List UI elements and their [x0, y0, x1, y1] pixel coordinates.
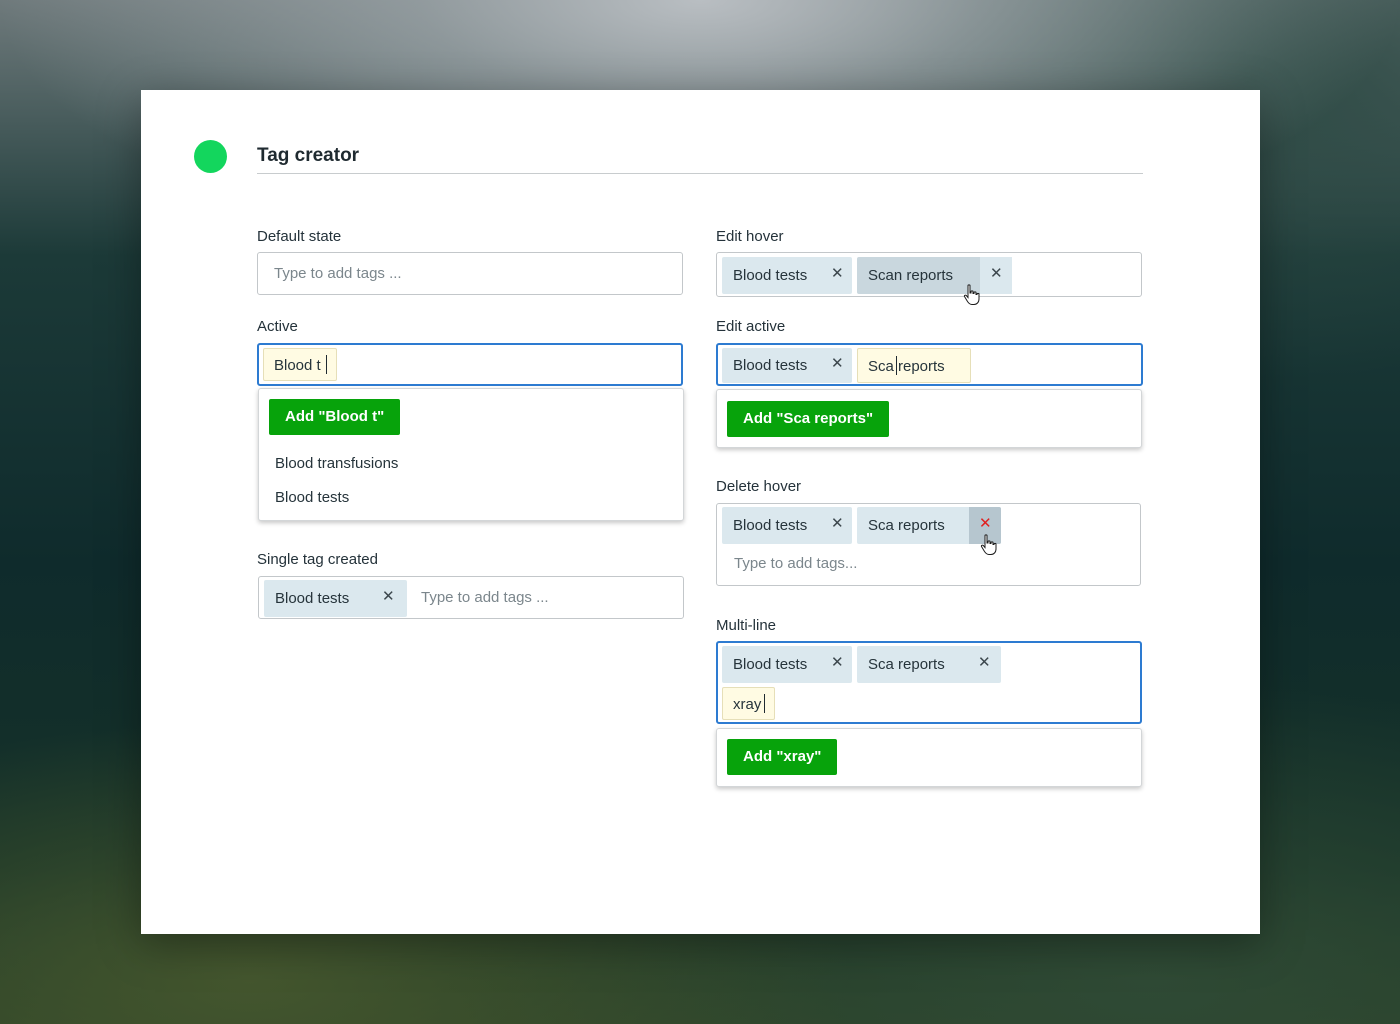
- add-tag-button[interactable]: Add "Sca reports": [727, 401, 890, 437]
- text-caret: [896, 356, 897, 375]
- edit-active-label: Edit active: [716, 318, 786, 335]
- delete-hover-tag-input[interactable]: Blood tests ✕ Sca reports ✕ Type to add …: [716, 503, 1141, 586]
- close-icon[interactable]: ✕: [831, 354, 844, 372]
- edit-active-tag-input[interactable]: Blood tests ✕ Sca reports: [716, 343, 1143, 386]
- status-dot: [194, 140, 227, 173]
- close-icon[interactable]: ✕: [978, 653, 991, 671]
- tag-input-placeholder: Type to add tags ...: [274, 265, 402, 282]
- tag-chip[interactable]: Blood tests ✕: [722, 646, 852, 683]
- tag-chip[interactable]: Blood tests ✕: [722, 348, 852, 383]
- active-label: Active: [257, 318, 298, 335]
- tag-chip-hovered[interactable]: Scan reports ✕: [857, 257, 1012, 294]
- typed-text: xray: [733, 696, 762, 713]
- tag-label: Blood tests: [733, 517, 808, 534]
- close-icon[interactable]: ✕: [990, 264, 1003, 282]
- edit-hover-tag-input[interactable]: Blood tests ✕ Scan reports ✕: [716, 252, 1142, 305]
- title-divider: [257, 173, 1143, 174]
- single-tag-label: Single tag created: [257, 551, 378, 568]
- editing-text-before-caret: Sca: [868, 358, 894, 375]
- typed-text-chip[interactable]: xray: [722, 687, 775, 720]
- multi-line-label: Multi-line: [716, 617, 777, 634]
- suggestion-option[interactable]: Blood tests: [275, 489, 349, 506]
- tag-label: Blood tests: [275, 590, 350, 607]
- add-tag-button[interactable]: Add "Blood t": [269, 399, 401, 435]
- suggestion-option[interactable]: Blood transfusions: [275, 455, 398, 472]
- single-tag-input[interactable]: Blood tests ✕ Type to add tags ...: [258, 576, 684, 619]
- close-icon[interactable]: ✕: [831, 653, 844, 671]
- tag-chip[interactable]: Sca reports ✕: [857, 646, 1001, 683]
- text-caret: [326, 355, 327, 374]
- close-icon[interactable]: ✕: [382, 587, 395, 605]
- tag-label: Blood tests: [733, 656, 808, 673]
- tag-chip[interactable]: Blood tests ✕: [722, 257, 852, 294]
- multi-line-dropdown: Add "xray": [716, 728, 1142, 787]
- edit-hover-label: Edit hover: [716, 228, 784, 245]
- multi-line-tag-input[interactable]: Blood tests ✕ Sca reports ✕ xray: [716, 641, 1142, 724]
- page-title: Tag creator: [257, 145, 360, 166]
- editing-text-after-caret: reports: [898, 358, 945, 375]
- tag-chip[interactable]: Blood tests ✕: [722, 507, 852, 544]
- delete-hover-label: Delete hover: [716, 478, 802, 495]
- tag-creator-card: Tag creator Default state Type to add ta…: [141, 90, 1260, 934]
- edit-active-dropdown: Add "Sca reports": [716, 389, 1142, 448]
- tag-chip[interactable]: Blood tests ✕: [264, 580, 407, 617]
- active-suggestions-dropdown: Add "Blood t" Blood transfusions Blood t…: [258, 388, 684, 521]
- close-icon[interactable]: ✕: [831, 514, 844, 532]
- text-caret: [764, 694, 765, 713]
- close-icon[interactable]: ✕: [831, 264, 844, 282]
- typed-text: Blood t: [274, 357, 321, 374]
- hand-pointer-icon: [963, 284, 980, 305]
- tag-input-placeholder: Type to add tags ...: [421, 589, 549, 606]
- default-state-tag-input[interactable]: Type to add tags ...: [257, 252, 683, 295]
- editing-tag-chip[interactable]: Sca reports: [857, 348, 971, 383]
- tag-label: Sca reports: [868, 517, 945, 534]
- add-tag-button[interactable]: Add "xray": [727, 739, 838, 775]
- tag-label: Blood tests: [733, 357, 808, 374]
- tag-label: Scan reports: [868, 267, 954, 284]
- tag-remove-area[interactable]: ✕: [980, 257, 1012, 294]
- default-state-label: Default state: [257, 228, 342, 245]
- active-tag-input[interactable]: Blood t: [257, 343, 683, 386]
- tag-input-placeholder: Type to add tags...: [734, 555, 858, 572]
- close-icon[interactable]: ✕: [979, 514, 992, 532]
- tag-label: Sca reports: [868, 656, 945, 673]
- typed-text-chip[interactable]: Blood t: [263, 348, 337, 381]
- tag-label: Blood tests: [733, 267, 808, 284]
- hand-pointer-icon: [980, 534, 997, 555]
